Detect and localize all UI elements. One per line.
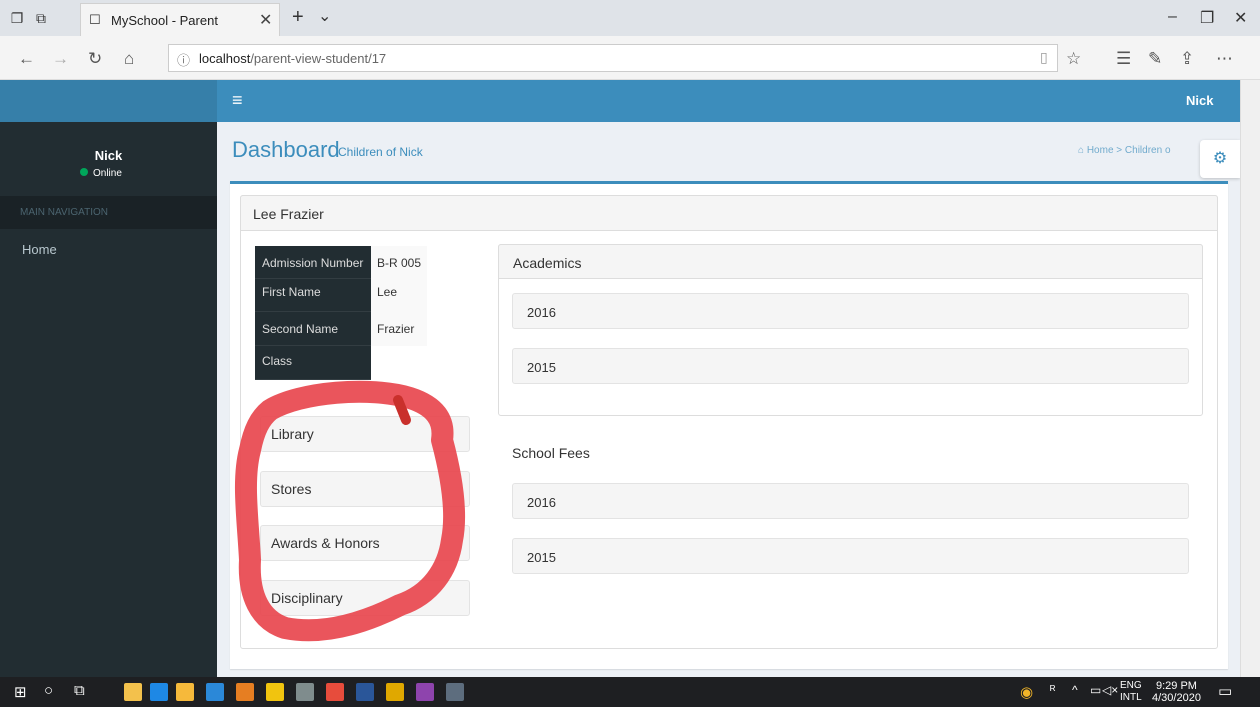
more-icon[interactable]: ⋯ [1216, 49, 1233, 69]
volume-icon[interactable]: ◁× [1102, 683, 1118, 697]
breadcrumb: ⌂ Home > Children o [1078, 145, 1171, 156]
favorite-star-icon[interactable]: ☆ [1066, 49, 1081, 69]
field-label-first-name: First Name [255, 279, 371, 312]
field-label-class: Class [255, 346, 371, 380]
sidebar-user-name: Nick [94, 148, 123, 163]
close-tab-icon[interactable]: ✕ [259, 10, 272, 30]
set-aside-tabs-icon[interactable]: ⧉ [32, 9, 50, 27]
page-icon: ☐ [89, 12, 101, 27]
info-icon[interactable]: ⓘ [177, 50, 190, 69]
minimize-icon[interactable]: – [1168, 8, 1177, 26]
language-indicator[interactable]: ENG INTL [1120, 680, 1142, 704]
help-icon[interactable]: ◉ [1020, 683, 1033, 701]
user-menu[interactable]: Nick [1186, 93, 1213, 108]
online-status: Online [80, 168, 122, 179]
app-icon-6[interactable] [446, 683, 464, 701]
field-value-first-name: Lee [371, 279, 427, 312]
word-icon[interactable] [356, 683, 374, 701]
page-subtitle: Children of Nick [338, 145, 423, 159]
back-icon[interactable]: ← [18, 49, 35, 69]
app-icon-3[interactable] [296, 683, 314, 701]
fees-year-2016[interactable]: 2016 [512, 483, 1189, 519]
field-value-class [371, 346, 427, 380]
chevron-down-icon[interactable]: ⌄ [318, 6, 331, 26]
store-icon[interactable] [124, 683, 142, 701]
student-name-heading: Lee Frazier [240, 195, 1218, 231]
field-value-admission: B-R 005 [371, 246, 427, 279]
breadcrumb-current: Children o [1124, 145, 1171, 156]
sidebar-item-home[interactable]: Home [22, 242, 57, 257]
tab-actions-icon[interactable]: ❐ [8, 9, 26, 27]
home-icon[interactable]: ⌂ [124, 49, 134, 69]
status-dot-icon [80, 168, 88, 176]
close-window-icon[interactable]: ✕ [1234, 8, 1247, 28]
edge-icon[interactable] [206, 683, 224, 701]
page-scrollbar[interactable] [1240, 80, 1260, 677]
top-navbar [217, 80, 1240, 122]
breadcrumb-separator: > [1116, 145, 1123, 156]
reading-view-icon[interactable]: ▯ [1040, 49, 1048, 66]
url-text: localhost/parent-view-student/17 [199, 51, 387, 66]
address-bar-row: ← → ↻ ⌂ ⓘ localhost/parent-view-student/… [0, 36, 1260, 80]
academics-year-2015[interactable]: 2015 [512, 348, 1189, 384]
field-label-second-name: Second Name [255, 312, 371, 346]
refresh-icon[interactable]: ↻ [88, 49, 102, 69]
sidebar-section-header: MAIN NAVIGATION [0, 196, 217, 229]
taskbar-clock[interactable]: 9:29 PM 4/30/2020 [1152, 680, 1201, 704]
notifications-icon[interactable]: ▭ [1218, 682, 1232, 700]
restore-icon[interactable]: ❐ [1200, 8, 1214, 28]
tab-title: MySchool - Parent [111, 13, 218, 28]
field-value-second-name: Frazier [371, 312, 427, 346]
share-icon[interactable]: ⇪ [1180, 49, 1194, 69]
settings-gear-icon[interactable]: ⚙ [1200, 140, 1240, 178]
sidebar-toggle-icon[interactable]: ≡ [232, 90, 243, 111]
people-icon[interactable]: ᴿ [1050, 683, 1055, 697]
field-label-admission: Admission Number [255, 246, 371, 279]
fees-year-2015[interactable]: 2015 [512, 538, 1189, 574]
browser-tab-bar: ❐ ⧉ ☐ MySchool - Parent ✕ + ⌄ – ❐ ✕ [0, 0, 1260, 36]
school-fees-heading: School Fees [512, 445, 590, 461]
app-icon-5[interactable] [416, 683, 434, 701]
forward-icon[interactable]: → [52, 49, 69, 69]
red-highlight-annotation [234, 380, 466, 642]
firefox-icon[interactable] [326, 683, 344, 701]
app-icon-4[interactable] [386, 683, 404, 701]
new-tab-icon[interactable]: + [292, 6, 304, 29]
file-explorer-icon[interactable] [176, 683, 194, 701]
academics-heading: Academics [498, 244, 1203, 279]
start-icon[interactable]: ⊞ [14, 683, 27, 701]
favorites-icon[interactable]: ☰ [1116, 49, 1131, 69]
page-title: Dashboard [232, 137, 340, 162]
network-icon[interactable]: ▭ [1090, 683, 1101, 697]
url-input[interactable]: ⓘ localhost/parent-view-student/17 [168, 44, 1058, 72]
dashboard-icon: ⌂ [1078, 145, 1085, 156]
task-view-icon[interactable]: ⧉ [74, 682, 85, 699]
app-icon-1[interactable] [236, 683, 254, 701]
logo-area [0, 80, 217, 122]
breadcrumb-home[interactable]: Home [1087, 145, 1114, 156]
pen-icon[interactable]: ✎ [1148, 49, 1162, 69]
chevron-up-icon[interactable]: ^ [1072, 683, 1078, 697]
browser-tab[interactable]: ☐ MySchool - Parent ✕ [80, 3, 280, 36]
app-icon-2[interactable] [266, 683, 284, 701]
academics-year-2016[interactable]: 2016 [512, 293, 1189, 329]
mail-icon[interactable] [150, 683, 168, 701]
search-icon[interactable]: ○ [44, 682, 53, 699]
